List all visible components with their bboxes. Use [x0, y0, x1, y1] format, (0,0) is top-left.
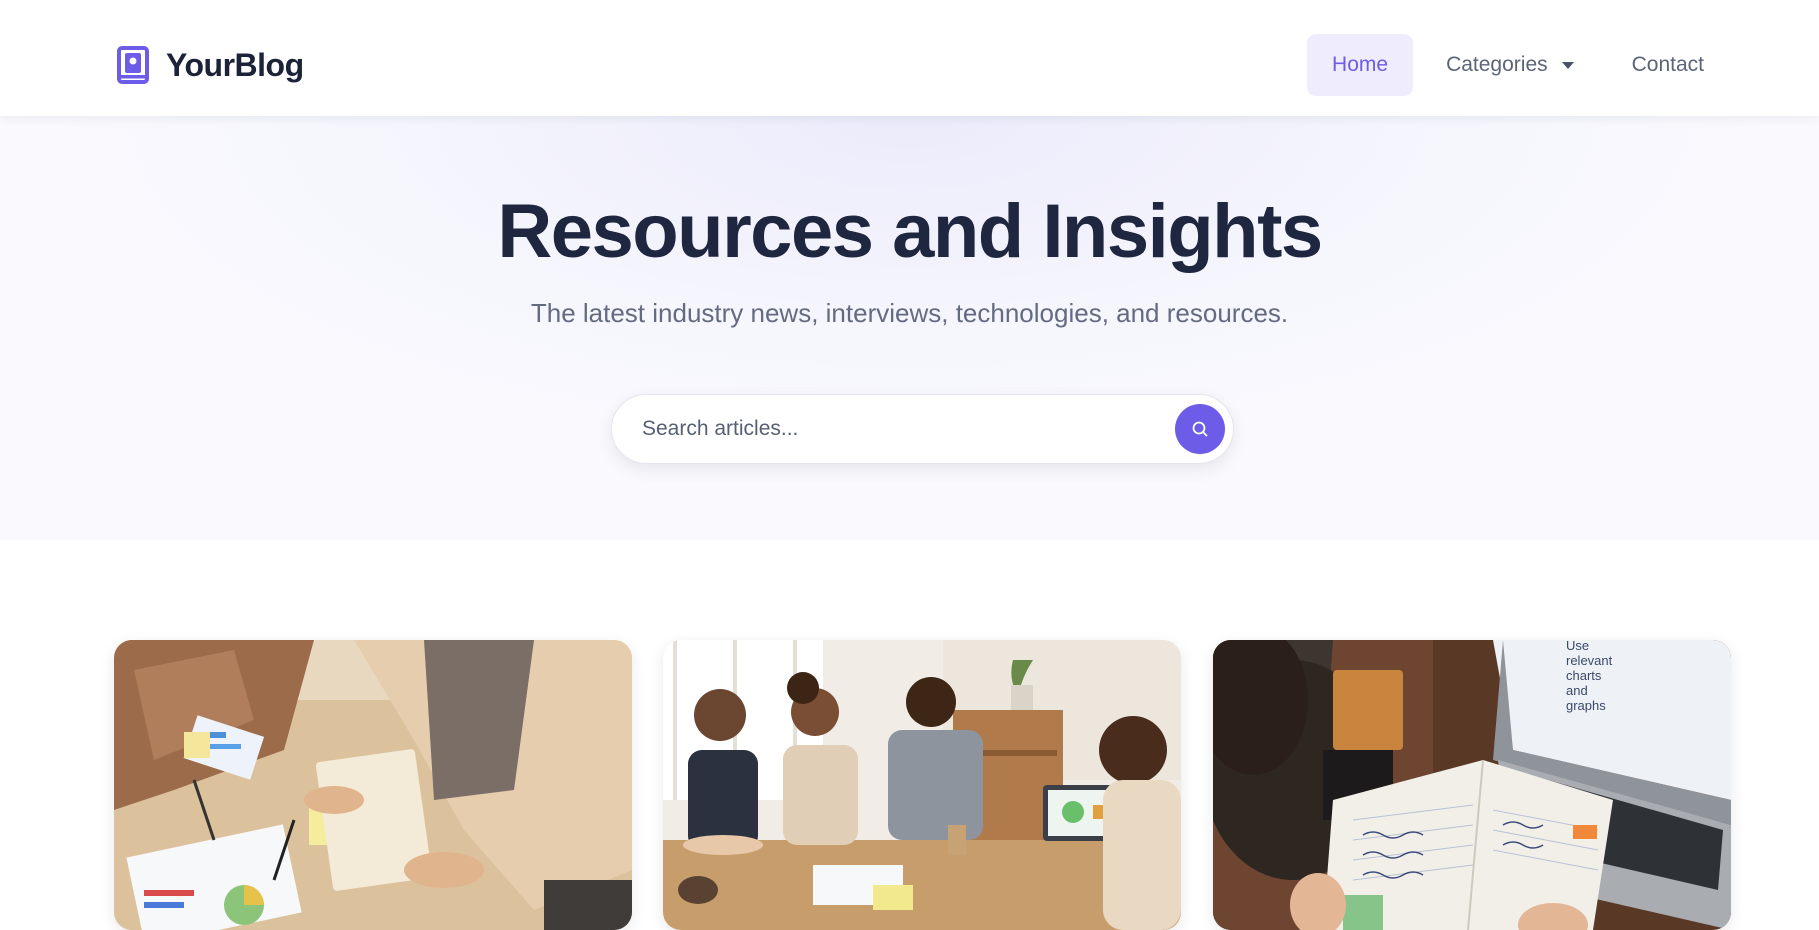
nav-item-label: Home: [1332, 53, 1389, 76]
article-image: [114, 640, 632, 930]
search-icon: [1192, 421, 1208, 437]
page-title: Resources and Insights: [497, 189, 1323, 274]
svg-text:Use: Use: [1566, 640, 1589, 653]
article-card[interactable]: Use relevant charts and graphs: [1213, 640, 1731, 930]
search-input[interactable]: [642, 395, 1162, 463]
article-image: [663, 640, 1181, 930]
nav-item-contact[interactable]: Contact: [1607, 34, 1729, 96]
svg-text:and: and: [1566, 683, 1588, 698]
article-image: Use relevant charts and graphs: [1213, 640, 1731, 930]
main-nav: Home Categories Contact: [1307, 34, 1729, 96]
article-grid: Use relevant charts and graphs: [114, 640, 1734, 930]
svg-text:charts: charts: [1566, 668, 1602, 683]
bookmark-book-icon: [117, 46, 149, 84]
search-bar: [611, 394, 1234, 464]
caret-down-icon: [1561, 61, 1574, 69]
search-button[interactable]: [1175, 404, 1225, 454]
article-card[interactable]: [663, 640, 1181, 930]
brand-name: YourBlog: [166, 46, 304, 83]
nav-item-categories[interactable]: Categories: [1421, 34, 1599, 96]
nav-item-home[interactable]: Home: [1307, 34, 1414, 96]
page-subtitle: The latest industry news, interviews, te…: [530, 298, 1289, 328]
article-card[interactable]: [114, 640, 632, 930]
nav-item-label: Contact: [1631, 53, 1704, 76]
brand[interactable]: YourBlog: [116, 44, 304, 86]
svg-text:relevant: relevant: [1566, 653, 1613, 668]
hero-section: Resources and Insights The latest indust…: [0, 116, 1819, 540]
svg-text:graphs: graphs: [1566, 698, 1606, 713]
nav-item-label: Categories: [1446, 53, 1548, 76]
navbar: YourBlog Home Categories Contact: [0, 0, 1819, 116]
